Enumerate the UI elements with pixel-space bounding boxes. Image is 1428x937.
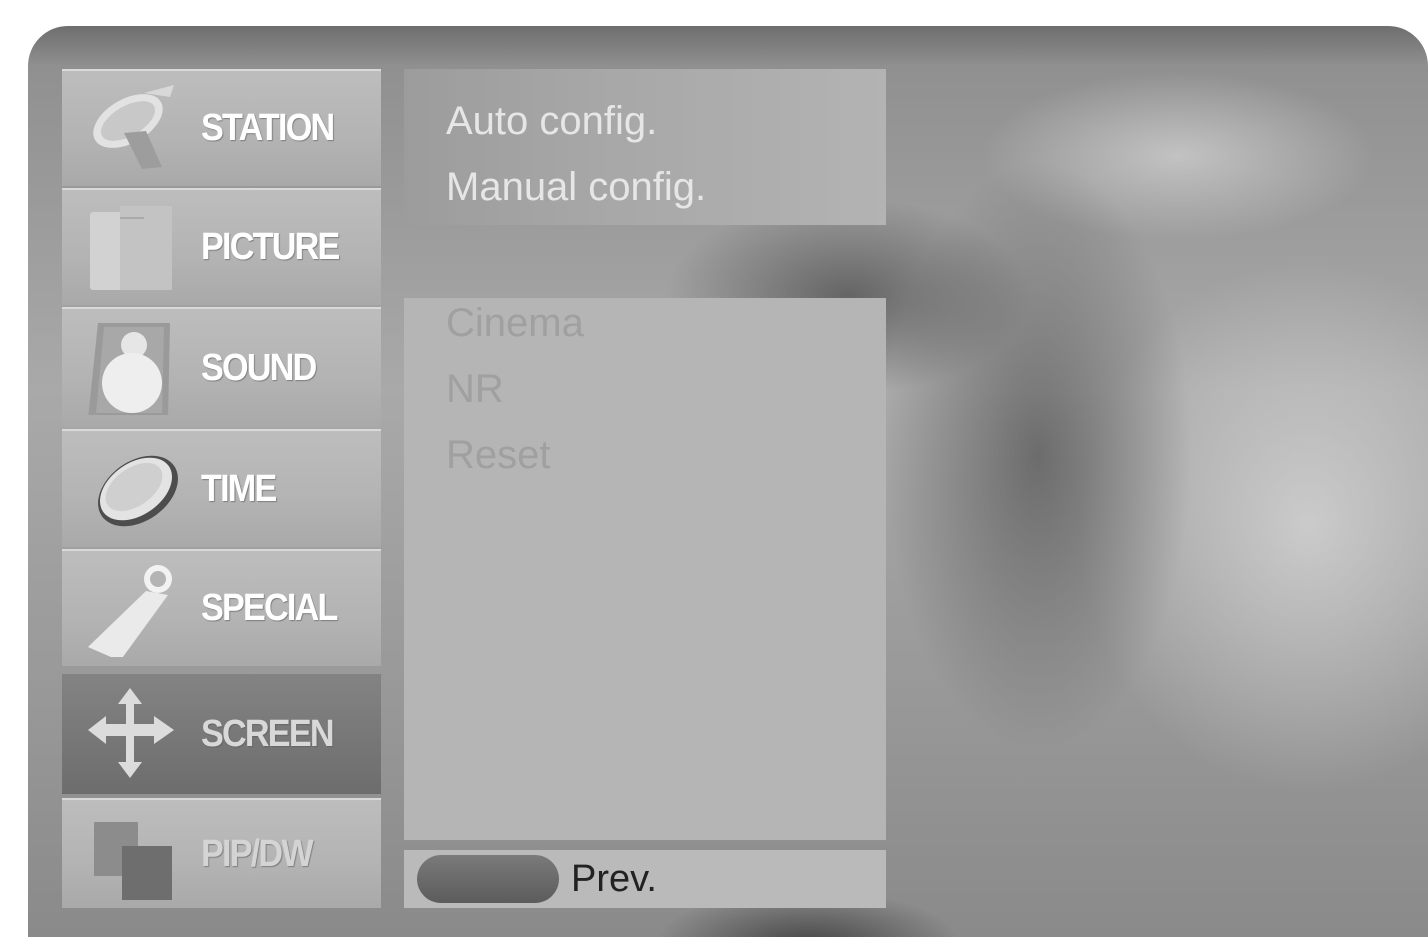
menu-label-pip-dw: PIP/DW: [201, 832, 314, 875]
move-arrows-icon: [88, 688, 174, 778]
submenu-item-reset[interactable]: Reset: [446, 433, 551, 478]
menu-item-pip-dw[interactable]: PIP/DW: [62, 798, 381, 908]
menu-item-sound[interactable]: SOUND: [62, 307, 381, 427]
prev-button[interactable]: [417, 855, 559, 903]
menu-label-picture: PICTURE: [201, 226, 340, 268]
menu-item-station[interactable]: STATION: [62, 69, 381, 186]
pip-windows-icon: [94, 822, 172, 900]
menu-item-picture[interactable]: PICTURE: [62, 188, 381, 305]
submenu-item-cinema[interactable]: Cinema: [446, 301, 584, 346]
prev-bar: Prev.: [404, 850, 886, 908]
menu-label-special: SPECIAL: [201, 587, 338, 629]
tv-osd-screen: STATION PICTURE SOUND TIME SPECIAL SCREE…: [28, 26, 1428, 937]
prev-label: Prev.: [571, 857, 657, 900]
submenu-bottom-panel: Cinema NR Reset: [404, 298, 886, 840]
menu-label-sound: SOUND: [201, 346, 317, 389]
menu-label-time: TIME: [201, 467, 277, 510]
picture-frame-icon: [90, 206, 172, 290]
menu-item-special[interactable]: SPECIAL: [62, 549, 381, 666]
submenu-item-manual-config[interactable]: Manual config.: [446, 165, 706, 210]
satellite-dish-icon: [93, 85, 174, 169]
submenu-item-auto-config[interactable]: Auto config.: [446, 99, 657, 144]
menu-label-screen: SCREEN: [201, 712, 335, 755]
clock-icon: [98, 455, 178, 527]
speaker-icon: [88, 323, 170, 415]
submenu-top-panel: Auto config. Manual config.: [404, 69, 886, 225]
menu-item-time[interactable]: TIME: [62, 429, 381, 547]
menu-item-screen[interactable]: SCREEN: [62, 672, 381, 794]
menu-label-station: STATION: [201, 107, 335, 149]
submenu-item-nr[interactable]: NR: [446, 367, 504, 412]
tag-icon: [88, 565, 172, 657]
